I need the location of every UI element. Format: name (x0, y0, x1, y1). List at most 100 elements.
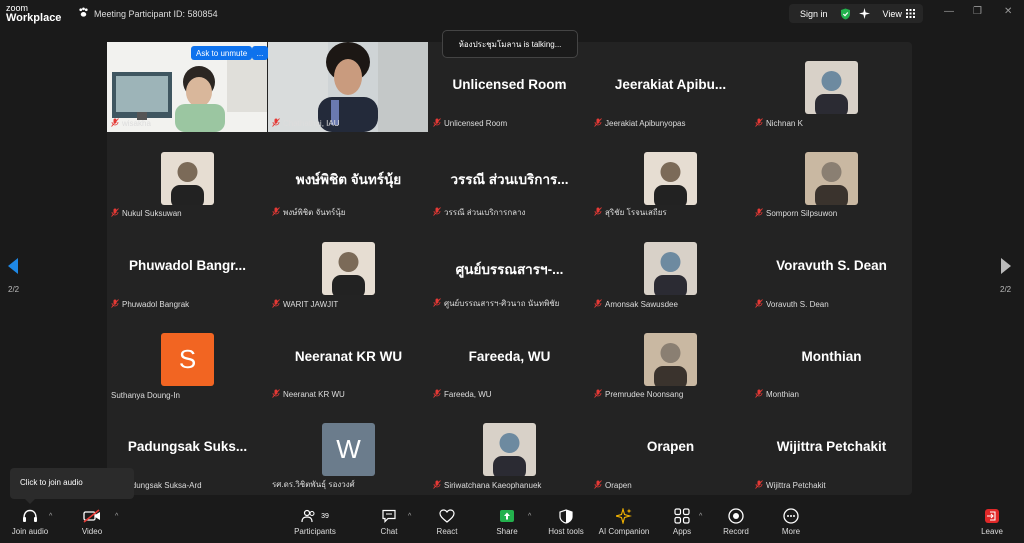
participant-tile[interactable]: S Suthanya Doung-In (107, 314, 268, 405)
meeting-info[interactable]: Meeting Participant ID: 580854 (78, 7, 218, 20)
ai-companion-label: AI Companion (598, 527, 650, 536)
close-icon[interactable]: ✕ (1004, 6, 1012, 17)
participant-tile[interactable]: Siriwatchana Kaeophanuek (429, 404, 590, 495)
view-button[interactable]: View (883, 9, 902, 19)
mic-muted-icon (111, 298, 119, 310)
grid-icon[interactable] (905, 9, 915, 18)
participant-name: Chathathai, IAU (283, 118, 340, 128)
chat-button[interactable]: Chat (377, 505, 401, 543)
participant-tile[interactable]: Nichnan K (751, 42, 912, 133)
avatar (644, 332, 697, 386)
sign-in-button[interactable]: Sign in (800, 9, 828, 19)
apps-button[interactable]: Apps (670, 505, 694, 543)
minimize-icon[interactable]: — (944, 6, 954, 17)
participant-name: Amonsak Sawusdee (605, 299, 678, 309)
share-options-caret-icon[interactable]: ^ (528, 513, 531, 520)
join-audio-label: Join audio (11, 527, 49, 536)
mic-muted-icon (272, 389, 280, 400)
tile-more-button[interactable]: ... (252, 46, 268, 60)
participant-tile[interactable]: ศูนย์บรรณสารฯ-... ศูนย์บรรณสารฯ-ศิวนาถ นั… (429, 223, 590, 314)
participant-tile[interactable]: Jeerakiat Apibu... Jeerakiat Apibunyopas (590, 42, 751, 133)
mic-muted-icon (433, 389, 441, 400)
video-options-caret-icon[interactable]: ^ (115, 513, 118, 520)
participant-name-label: Wijittra Petchakit (755, 480, 826, 491)
participant-tile[interactable]: สุริชัย โรจนเสถียร (590, 133, 751, 224)
leave-button[interactable]: Leave (980, 505, 1004, 543)
avatar (644, 151, 697, 205)
participant-name: Wijittra Petchakit (766, 480, 826, 490)
record-label: Record (723, 527, 749, 536)
participant-display-name: Phuwadol Bangr... (128, 258, 246, 274)
restore-icon[interactable]: ❐ (973, 6, 982, 17)
participant-name-label: Voravuth S. Dean (755, 298, 829, 310)
video-button[interactable]: Video (76, 505, 108, 543)
apps-options-caret-icon[interactable]: ^ (699, 513, 702, 520)
mic-muted-icon (755, 208, 763, 219)
participant-tile[interactable]: Phuwadol Bangr... Phuwadol Bangrak (107, 223, 268, 314)
join-audio-button[interactable]: Join audio (10, 505, 50, 543)
participant-name-label: Fareeda, WU (433, 389, 492, 400)
mic-muted-icon (594, 389, 602, 400)
next-page-icon[interactable] (1000, 258, 1011, 279)
participant-tile[interactable]: W รศ.ดร.วิชิตพันธุ์ รองวงศ์ (268, 404, 429, 495)
participant-name: Voravuth S. Dean (766, 299, 829, 309)
participant-name-label: สุริชัย โรจนเสถียร (594, 206, 667, 219)
ask-to-unmute-button[interactable]: Ask to unmute (191, 46, 253, 60)
participant-tile[interactable]: วรรณี ส่วนเบริการ... วรรณี ส่วนเบริการกลา… (429, 133, 590, 224)
participant-tile[interactable]: Wijittra Petchakit Wijittra Petchakit (751, 404, 912, 495)
chat-icon (381, 505, 397, 527)
participants-button[interactable]: 39 Participants (290, 505, 340, 543)
participant-tile[interactable]: Neeranat KR WU Neeranat KR WU (268, 314, 429, 405)
participant-display-name: Unlicensed Room (452, 77, 567, 92)
record-button[interactable]: Record (722, 505, 750, 543)
participant-tile[interactable]: Voravuth S. Dean Voravuth S. Dean (751, 223, 912, 314)
participant-name: Unlicensed Room (444, 118, 508, 128)
logo-line2: Workplace (6, 12, 62, 24)
top-right-tools: Sign in View (789, 4, 923, 23)
mic-muted-icon (111, 208, 119, 219)
shield-check-icon[interactable] (840, 8, 851, 20)
share-button[interactable]: Share (494, 505, 520, 543)
participant-tile[interactable]: Premrudee Noonsang (590, 314, 751, 405)
participant-tile[interactable]: Amonsak Sawusdee (590, 223, 751, 314)
participant-name: วรรณี ส่วนเบริการกลาง (444, 208, 526, 218)
audio-options-caret-icon[interactable]: ^ (49, 513, 52, 520)
participant-name: Orapen (605, 480, 632, 490)
participant-tile[interactable]: Fareeda, WU Fareeda, WU (429, 314, 590, 405)
ai-companion-button[interactable]: AI Companion (598, 505, 650, 543)
participant-tile[interactable]: WARIT JAWJIT (268, 223, 429, 314)
next-page-nav[interactable]: 2/2 (1000, 258, 1011, 294)
participant-name-label: Amonsak Sawusdee (594, 298, 678, 310)
mic-muted-icon (433, 297, 441, 309)
participants-icon: 39 (301, 505, 329, 527)
participant-tile[interactable]: Chathathai, IAU (268, 42, 429, 133)
zoom-logo: zoom Workplace (6, 3, 62, 24)
ai-sparkle-icon[interactable] (858, 8, 870, 19)
participant-tile[interactable]: Orapen Orapen (590, 404, 751, 495)
participant-name-label: Premrudee Noonsang (594, 389, 683, 400)
react-button[interactable]: React (433, 505, 461, 543)
participant-tile[interactable]: Somporn Silpsuwon (751, 133, 912, 224)
participant-tile[interactable]: พงษ์พิชิต จันทร์นุ้ย พงษ์พิชิต จันทร์นุ้ย (268, 133, 429, 224)
participant-name: Somporn Silpsuwon (766, 209, 838, 219)
mic-muted-icon (755, 117, 763, 129)
prev-page-nav[interactable]: 2/2 (8, 258, 19, 294)
page-indicator-left: 2/2 (8, 285, 20, 294)
participant-tile[interactable]: Nukul Suksuwan (107, 133, 268, 224)
participant-name-label: Nukul Suksuwan (111, 208, 182, 219)
video-label: Video (81, 527, 103, 536)
participant-tile[interactable]: Monthian Monthian (751, 314, 912, 405)
host-tools-label: Host tools (548, 527, 584, 536)
host-tools-button[interactable]: Host tools (547, 505, 585, 543)
heart-icon (439, 505, 455, 527)
chat-options-caret-icon[interactable]: ^ (408, 513, 411, 520)
participant-display-name: วรรณี ส่วนเบริการ... (450, 171, 569, 187)
apps-label: Apps (672, 527, 692, 536)
more-button[interactable]: More (779, 505, 803, 543)
record-icon (728, 505, 744, 527)
leave-icon (984, 505, 1000, 527)
mic-muted-icon (433, 207, 441, 218)
participant-name: Phuwadol Bangrak (122, 299, 190, 309)
ai-companion-icon (616, 505, 632, 527)
prev-page-icon[interactable] (8, 258, 19, 279)
